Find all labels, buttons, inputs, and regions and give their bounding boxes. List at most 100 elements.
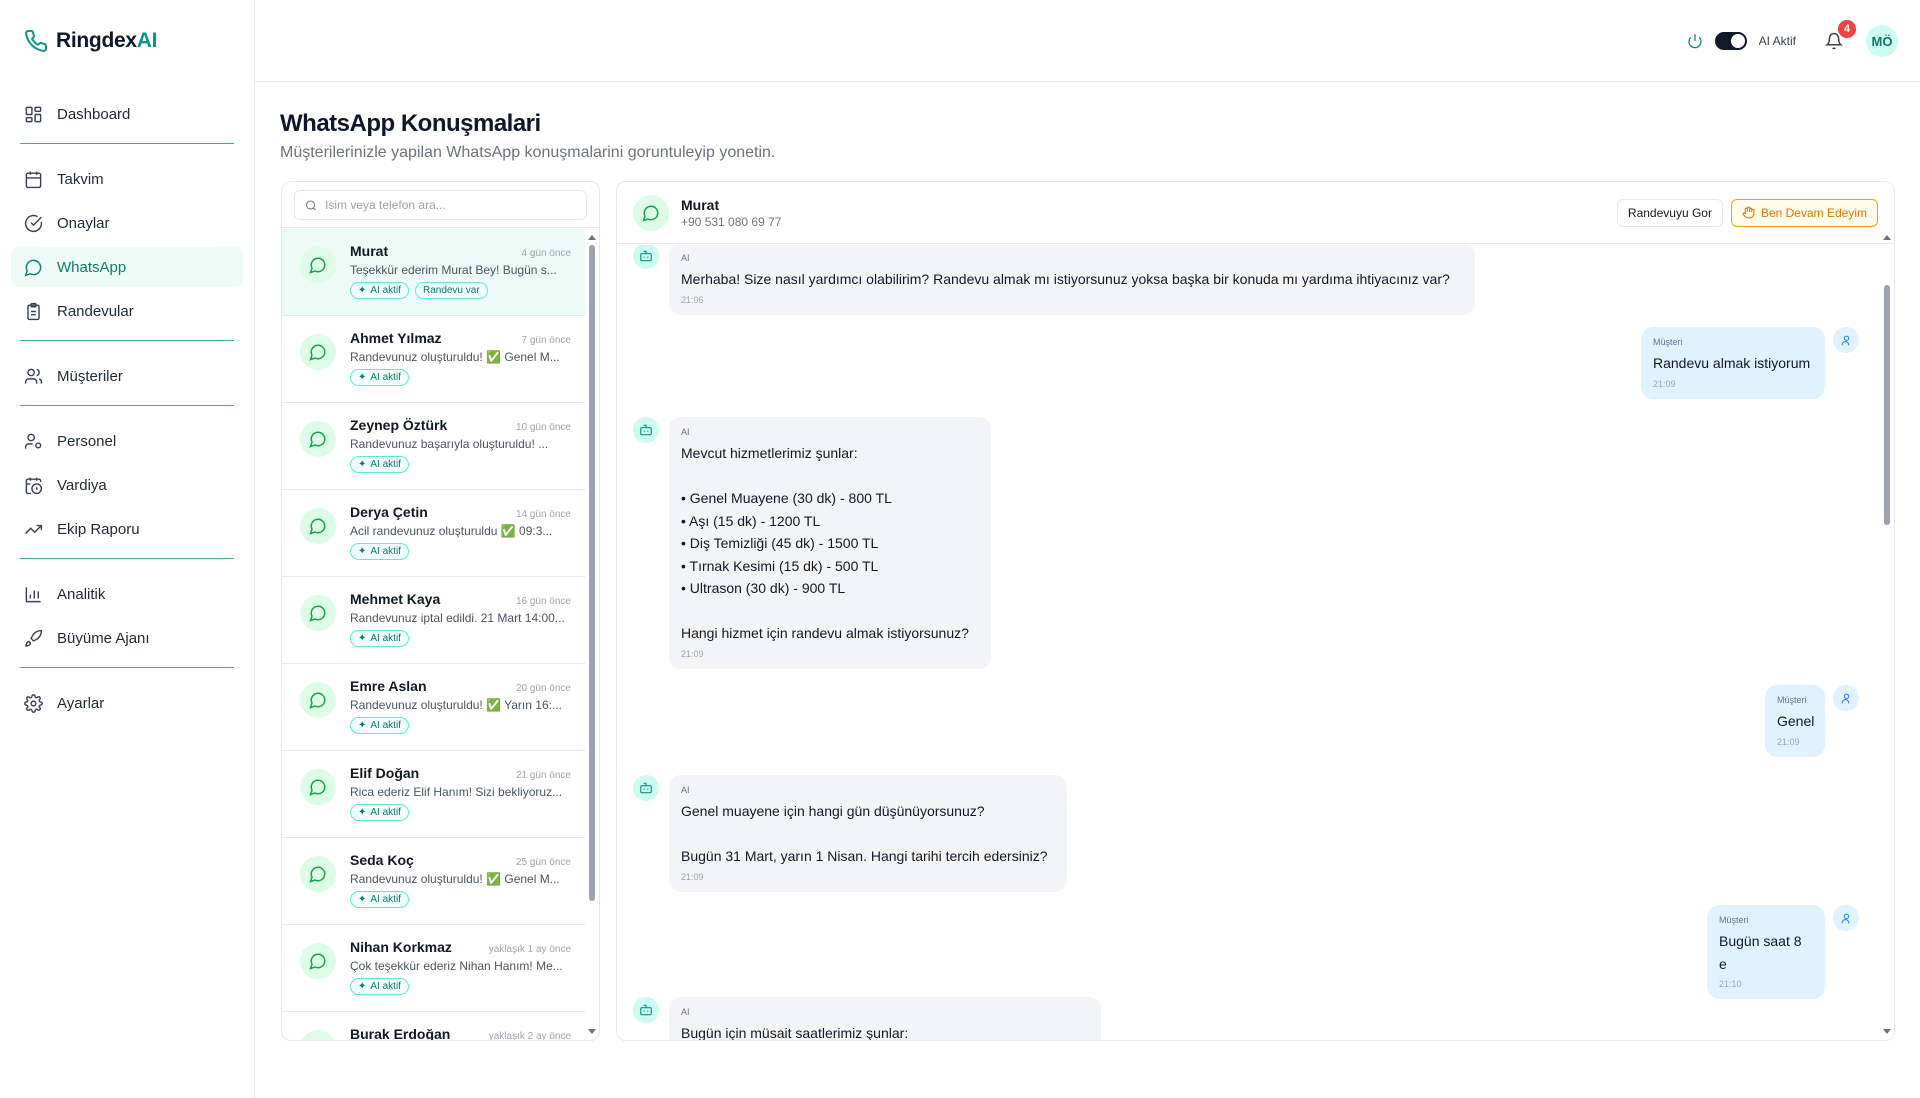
customer-avatar (1833, 905, 1859, 931)
top-bar: AI Aktif 4 MÖ (255, 0, 1920, 82)
scroll-up-arrow[interactable] (1883, 235, 1891, 240)
view-appointment-button[interactable]: Randevuyu Gor (1616, 198, 1723, 227)
bot-avatar (633, 775, 659, 801)
chat-actions: Randevuyu Gor Ben Devam Edeyim (1616, 198, 1878, 227)
sidebar-item-vardiya[interactable]: Vardiya (11, 465, 243, 505)
message-bubble: AI Bugün için müsait saatlerimiz şunlar: (669, 997, 1101, 1040)
conversation-scrollbar[interactable] (585, 229, 599, 1040)
brand-logo[interactable]: RingdexAI (0, 0, 254, 82)
sidebar-item-ekip-raporu[interactable]: Ekip Raporu (11, 509, 243, 549)
message-bubble: Müşteri Randevu almak istiyorum 21:09 (1641, 327, 1825, 399)
dashboard-icon (25, 106, 42, 122)
conversation-time: 10 gün önce (515, 422, 571, 433)
conversation-body: Zeynep Öztürk 10 gün önce Randevunuz başa… (350, 417, 571, 489)
nav-divider (20, 667, 234, 668)
customer-avatar (1833, 685, 1859, 711)
conversation-preview: Randevunuz oluşturuldu! ✅ Yarın 16:... (350, 698, 562, 712)
message-text: Mevcut hizmetlerimiz şunlar: • Genel Mua… (681, 445, 969, 641)
sidebar-item-label: Onaylar (57, 214, 110, 232)
sidebar-item-label: Analitik (57, 585, 106, 603)
calendar-clock-icon (25, 477, 43, 494)
conversation-item[interactable]: Zeynep Öztürk 10 gün önce Randevunuz başa… (282, 403, 585, 490)
ai-active-badge: ✦ AI aktif (350, 456, 409, 473)
bot-icon (640, 424, 652, 436)
conversation-body: Nihan Korkmaz yaklaşık 1 ay önce Çok teşe… (350, 939, 571, 1011)
conversation-body: Elif Doğan 21 gün önce Rica ederiz Elif H… (350, 765, 571, 837)
message-circle-icon (309, 431, 326, 448)
conversation-name: Ahmet Yılmaz (350, 330, 442, 346)
message-text: Randevu almak istiyorum (1653, 355, 1811, 371)
chat-avatar (300, 334, 336, 370)
sparkles-icon: ✦ (358, 285, 367, 296)
message-circle-icon (309, 953, 326, 970)
message-circle-icon (309, 257, 326, 274)
conversation-item[interactable]: Ahmet Yılmaz 7 gün önce Randevunuz oluştu… (282, 316, 585, 403)
scroll-down-arrow[interactable] (1883, 1029, 1891, 1034)
conversation-item[interactable]: Derya Çetin 14 gün önce Acil randevunuz o… (282, 490, 585, 577)
conversation-preview: Rica ederiz Elif Hanım! Sizi bekliyoruz.… (350, 785, 563, 799)
search-box (294, 190, 587, 220)
take-over-button[interactable]: Ben Devam Edeyim (1730, 198, 1878, 227)
hand-icon (1742, 206, 1755, 219)
ai-active-badge: ✦ AI aktif (350, 282, 409, 299)
chat-avatar (300, 943, 336, 979)
chat-contact: Murat +90 531 080 69 77 (681, 197, 781, 229)
scrollbar-thumb[interactable] (589, 245, 595, 901)
sidebar-item-analitik[interactable]: Analitik (11, 574, 243, 614)
chat-avatar (300, 247, 336, 283)
notifications-button[interactable]: 4 (1822, 20, 1856, 53)
chat-avatar (300, 1030, 336, 1040)
sidebar-item-label: Randevular (57, 302, 134, 320)
user-avatar[interactable]: MÖ (1866, 25, 1898, 57)
scrollbar-thumb[interactable] (1884, 285, 1890, 525)
sidebar-item-dashboard[interactable]: Dashboard (11, 94, 243, 134)
chat-avatar (300, 682, 336, 718)
page-title: WhatsApp Konuşmalari (280, 110, 541, 137)
chat-scrollbar[interactable] (1880, 229, 1894, 1040)
search-input[interactable] (325, 198, 576, 212)
phone-icon (25, 29, 48, 52)
message-circle-icon (642, 205, 659, 222)
conversation-item[interactable]: Emre Aslan 20 gün önce Randevunuz oluştur… (282, 664, 585, 751)
message-text: Bugün için müsait saatlerimiz şunlar: (681, 1025, 909, 1040)
conversation-name: Derya Çetin (350, 504, 428, 520)
conversation-name: Seda Koç (350, 852, 414, 868)
message-time: 21:10 (1719, 979, 1742, 989)
conversation-time: 20 gün önce (515, 683, 571, 694)
conversation-item[interactable]: Murat 4 gün önce Teşekkür ederim Murat Be… (282, 229, 585, 316)
sidebar-item-takvim[interactable]: Takvim (11, 159, 243, 199)
message-time: 21:09 (681, 648, 704, 659)
ai-toggle[interactable] (1714, 32, 1747, 50)
sidebar-item-onaylar[interactable]: Onaylar (11, 203, 243, 243)
sidebar-item-whatsapp[interactable]: WhatsApp (11, 247, 243, 287)
conversation-item[interactable]: Mehmet Kaya 16 gün önce Randevunuz iptal … (282, 577, 585, 664)
nav-divider (20, 340, 234, 341)
sidebar-item-personel[interactable]: Personel (11, 421, 243, 461)
ai-toggle-label: AI Aktif (1758, 34, 1796, 48)
sidebar-item-label: Vardiya (57, 476, 107, 494)
sidebar-item-musteriler[interactable]: Müşteriler (11, 356, 243, 396)
ai-active-badge: ✦ AI aktif (350, 717, 409, 734)
conversation-preview: Randevunuz oluşturuldu! ✅ Genel M... (350, 350, 560, 364)
bot-avatar (633, 245, 659, 269)
clipboard-icon (27, 302, 40, 320)
conversation-item[interactable]: Seda Koç 25 gün önce Randevunuz oluşturul… (282, 838, 585, 925)
scroll-up-arrow[interactable] (588, 235, 596, 240)
conversation-name: Emre Aslan (350, 678, 427, 694)
message-sender: AI (681, 427, 690, 437)
ai-active-badge: ✦ AI aktif (350, 804, 409, 821)
sparkles-icon: ✦ (358, 807, 367, 818)
conversation-preview: Acil randevunuz oluşturuldu ✅ 09:3... (350, 524, 553, 538)
sidebar-item-randevular[interactable]: Randevular (11, 291, 243, 331)
sidebar-item-buyume-ajani[interactable]: Büyüme Ajanı (11, 618, 243, 658)
bot-icon (640, 782, 652, 794)
sidebar-item-ayarlar[interactable]: Ayarlar (11, 683, 243, 723)
conversation-body: Seda Koç 25 gün önce Randevunuz oluşturul… (350, 852, 571, 924)
scroll-down-arrow[interactable] (588, 1029, 596, 1034)
message-time: 21:09 (1653, 378, 1676, 389)
conversation-name: Burak Erdoğan (350, 1026, 451, 1040)
conversation-item[interactable]: Nihan Korkmaz yaklaşık 1 ay önce Çok teşe… (282, 925, 585, 1012)
message-sender: Müşteri (1777, 695, 1807, 705)
conversation-item[interactable]: Elif Doğan 21 gün önce Rica ederiz Elif H… (282, 751, 585, 838)
conversation-item[interactable]: Burak Erdoğan yaklaşık 2 ay önce (282, 1012, 585, 1040)
